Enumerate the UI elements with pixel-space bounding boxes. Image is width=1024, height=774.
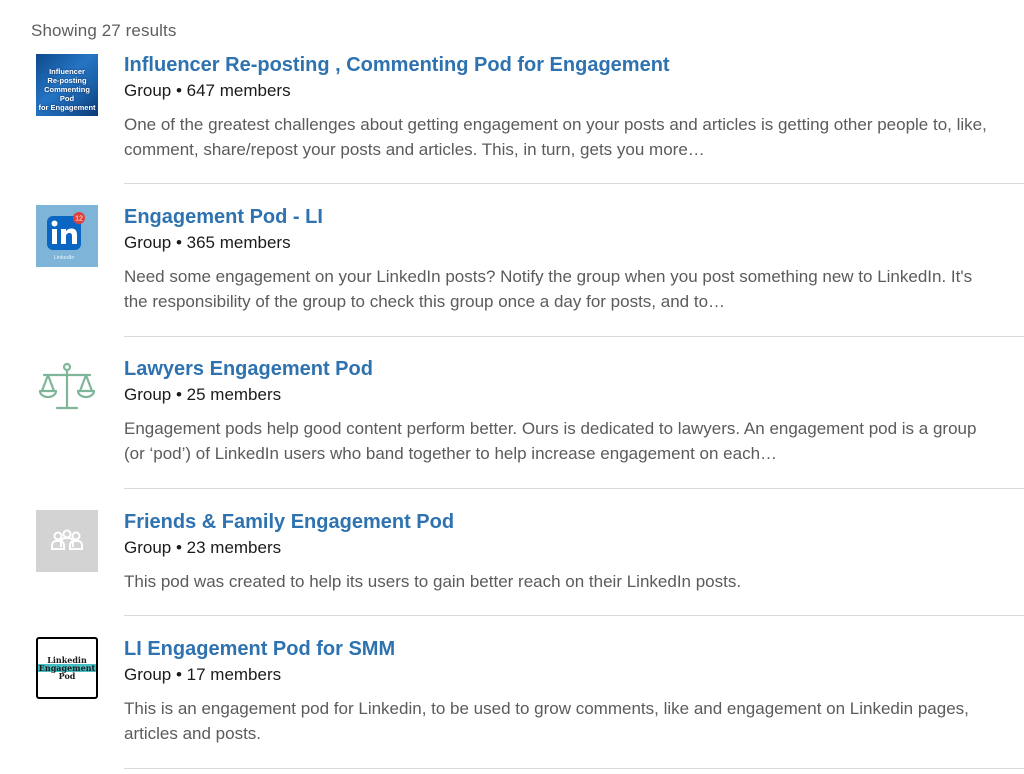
- group-thumbnail-lawyers[interactable]: [36, 358, 98, 420]
- result-title-link[interactable]: Friends & Family Engagement Pod: [124, 510, 1004, 534]
- notification-badge: 12: [75, 216, 83, 223]
- result-text: Friends & Family Engagement Pod Group • …: [124, 510, 1004, 594]
- thumb-text: Commenting Pod: [44, 85, 90, 103]
- results-count: Showing 27 results: [31, 21, 177, 40]
- result-text: LI Engagement Pod for SMM Group • 17 mem…: [124, 637, 1004, 746]
- search-results-page: Showing 27 results Influencer Re-posting…: [0, 0, 1024, 774]
- thumb-text: Re-posting: [47, 76, 87, 85]
- thumb-text: Influencer: [49, 67, 85, 76]
- group-people-icon: [51, 529, 83, 550]
- thumb-logo-text: Linkedin Engagement Pod: [38, 656, 96, 680]
- result-meta: Group • 365 members: [124, 233, 291, 252]
- result-text: Engagement Pod - LI Group • 365 members …: [124, 205, 1004, 314]
- divider: [124, 615, 1024, 616]
- result-title-link[interactable]: Influencer Re-posting , Commenting Pod f…: [124, 53, 1004, 77]
- thumb-label: LinkedIn: [54, 255, 75, 261]
- divider: [124, 488, 1024, 489]
- result-description: Engagement pods help good content perfor…: [124, 419, 977, 463]
- result-meta: Group • 23 members: [124, 538, 282, 557]
- divider: [124, 336, 1024, 337]
- result-meta: Group • 647 members: [124, 81, 291, 100]
- group-thumbnail-influencer[interactable]: Influencer Re-posting Commenting Pod for…: [36, 54, 98, 116]
- group-thumbnail-smm[interactable]: Linkedin Engagement Pod: [36, 637, 98, 699]
- result-text: Influencer Re-posting , Commenting Pod f…: [124, 53, 1004, 162]
- result-title-link[interactable]: LI Engagement Pod for SMM: [124, 637, 1004, 661]
- divider: [124, 768, 1024, 769]
- result-text: Lawyers Engagement Pod Group • 25 member…: [124, 357, 1004, 466]
- result-title-link[interactable]: Engagement Pod - LI: [124, 205, 1004, 229]
- thumb-text: for Engagement: [38, 103, 96, 112]
- result-description: One of the greatest challenges about get…: [124, 115, 987, 159]
- result-meta: Group • 25 members: [124, 385, 282, 404]
- divider: [124, 183, 1024, 184]
- group-thumbnail-linkedin[interactable]: 12 LinkedIn: [36, 205, 98, 267]
- thumb-text: Pod: [58, 671, 76, 681]
- result-title-link[interactable]: Lawyers Engagement Pod: [124, 357, 1004, 381]
- result-description: This is an engagement pod for Linkedin, …: [124, 699, 969, 743]
- scales-of-justice-icon: [38, 362, 96, 410]
- result-meta: Group • 17 members: [124, 665, 282, 684]
- linkedin-logo-icon: 12 LinkedIn: [36, 205, 98, 267]
- group-thumbnail-default[interactable]: [36, 510, 98, 572]
- result-description: This pod was created to help its users t…: [124, 572, 742, 591]
- result-description: Need some engagement on your LinkedIn po…: [124, 267, 973, 311]
